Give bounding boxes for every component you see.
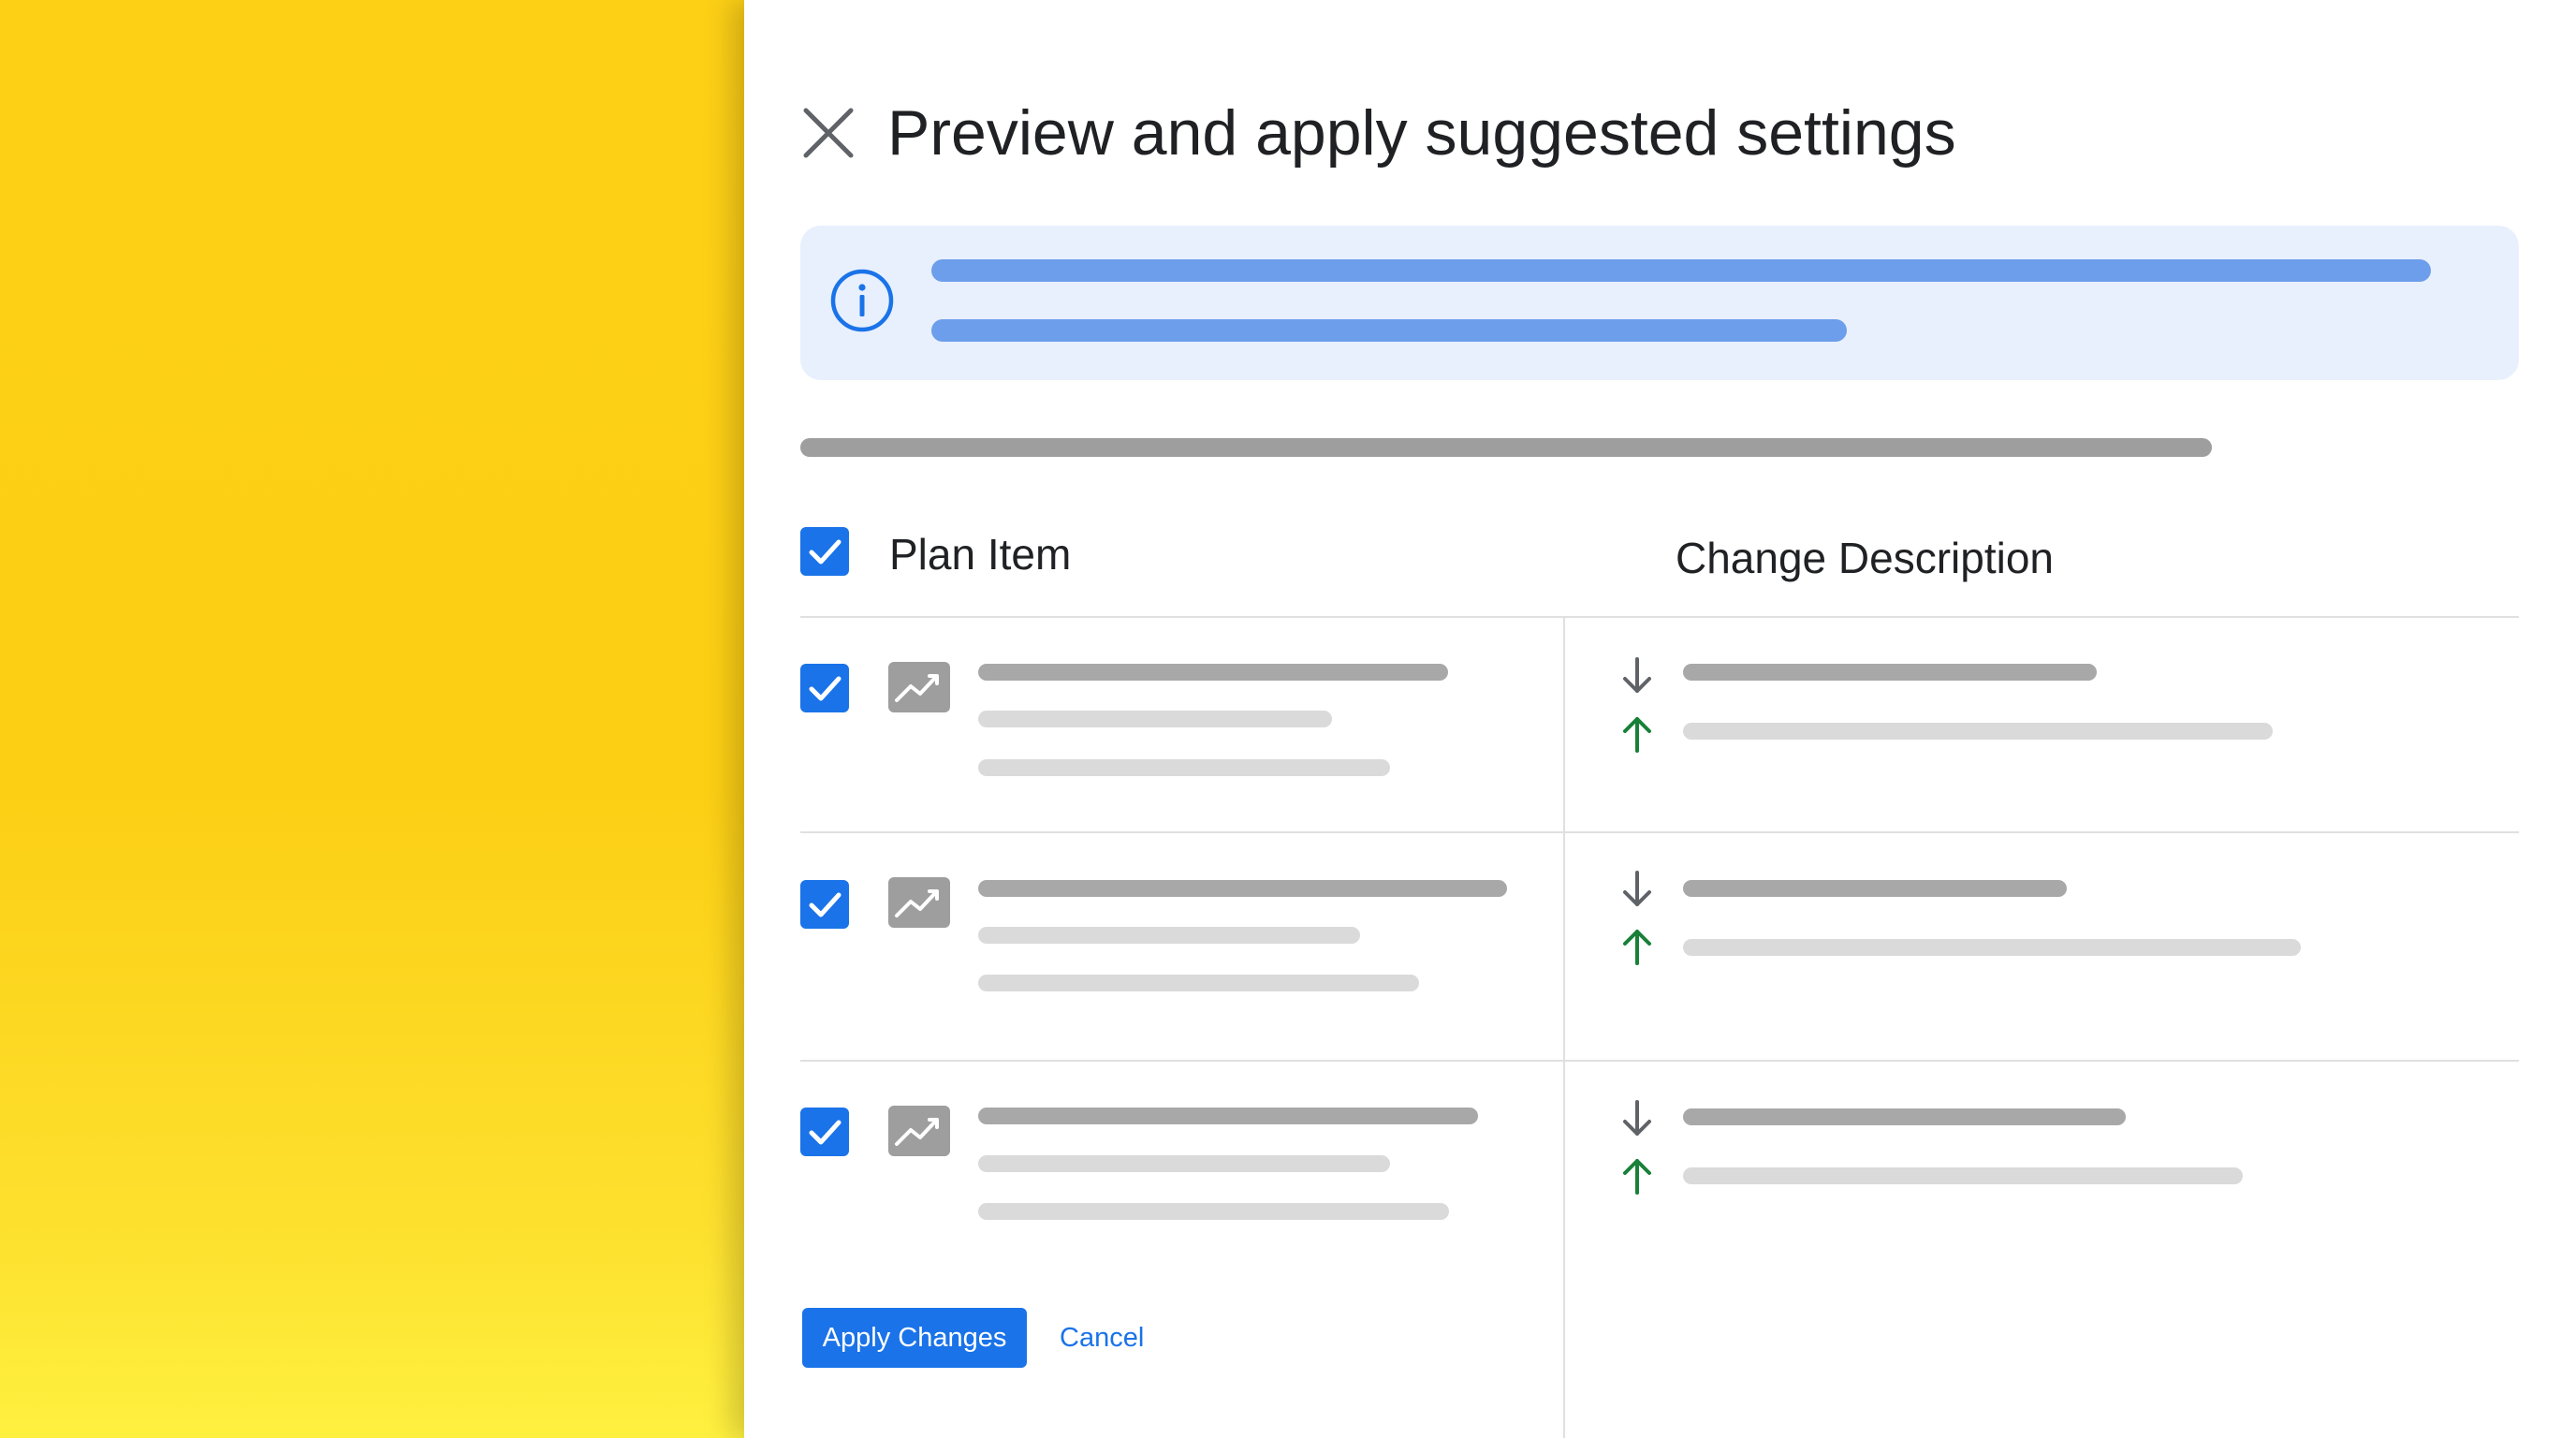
row-checkbox[interactable] (800, 880, 849, 929)
info-banner (800, 226, 2519, 380)
info-text-placeholder (931, 259, 2431, 282)
dialog-title: Preview and apply suggested settings (887, 97, 1956, 169)
plan-item-text-placeholder (978, 1203, 1449, 1220)
column-header-change-description: Change Description (1676, 534, 2055, 582)
select-all-checkbox[interactable] (800, 527, 849, 576)
trend-chart-icon (888, 662, 950, 712)
table-divider (800, 1060, 2519, 1062)
change-text-placeholder (1683, 664, 2097, 681)
trend-chart-icon (888, 1106, 950, 1156)
arrow-down-icon (1623, 1100, 1651, 1136)
column-header-plan-item: Plan Item (889, 530, 1072, 579)
checkmark-icon (809, 892, 842, 917)
plan-item-text-placeholder (978, 1108, 1478, 1124)
arrow-up-icon (1623, 1159, 1651, 1195)
plan-item-text-placeholder (978, 880, 1507, 897)
arrow-up-icon (1623, 717, 1651, 753)
info-text-placeholder (931, 319, 1847, 342)
checkmark-icon (809, 676, 842, 701)
arrow-down-icon (1623, 871, 1651, 906)
info-icon (830, 269, 894, 332)
arrow-up-icon (1623, 930, 1651, 965)
change-text-placeholder (1683, 939, 2301, 956)
column-divider (1563, 616, 1565, 1438)
section-heading-placeholder (800, 438, 2212, 457)
row-checkbox[interactable] (800, 1108, 849, 1156)
plan-item-text-placeholder (978, 711, 1332, 727)
change-text-placeholder (1683, 1167, 2243, 1184)
plan-item-text-placeholder (978, 927, 1360, 944)
plan-item-text-placeholder (978, 664, 1448, 681)
yellow-backdrop (0, 0, 744, 1438)
table-divider (800, 616, 2519, 618)
change-text-placeholder (1683, 1108, 2126, 1125)
arrow-down-icon (1623, 657, 1651, 693)
change-text-placeholder (1683, 723, 2273, 740)
checkmark-icon (809, 539, 842, 565)
plan-item-text-placeholder (978, 1155, 1390, 1172)
change-text-placeholder (1683, 880, 2067, 897)
checkmark-icon (809, 1120, 842, 1145)
plan-item-text-placeholder (978, 975, 1419, 991)
close-icon (803, 108, 854, 158)
apply-changes-button[interactable]: Apply Changes (802, 1308, 1027, 1368)
plan-item-text-placeholder (978, 759, 1390, 776)
trend-chart-icon (888, 877, 950, 928)
close-button[interactable] (800, 105, 856, 161)
table-divider (800, 831, 2519, 833)
cancel-button[interactable]: Cancel (1060, 1308, 1144, 1368)
row-checkbox[interactable] (800, 664, 849, 712)
